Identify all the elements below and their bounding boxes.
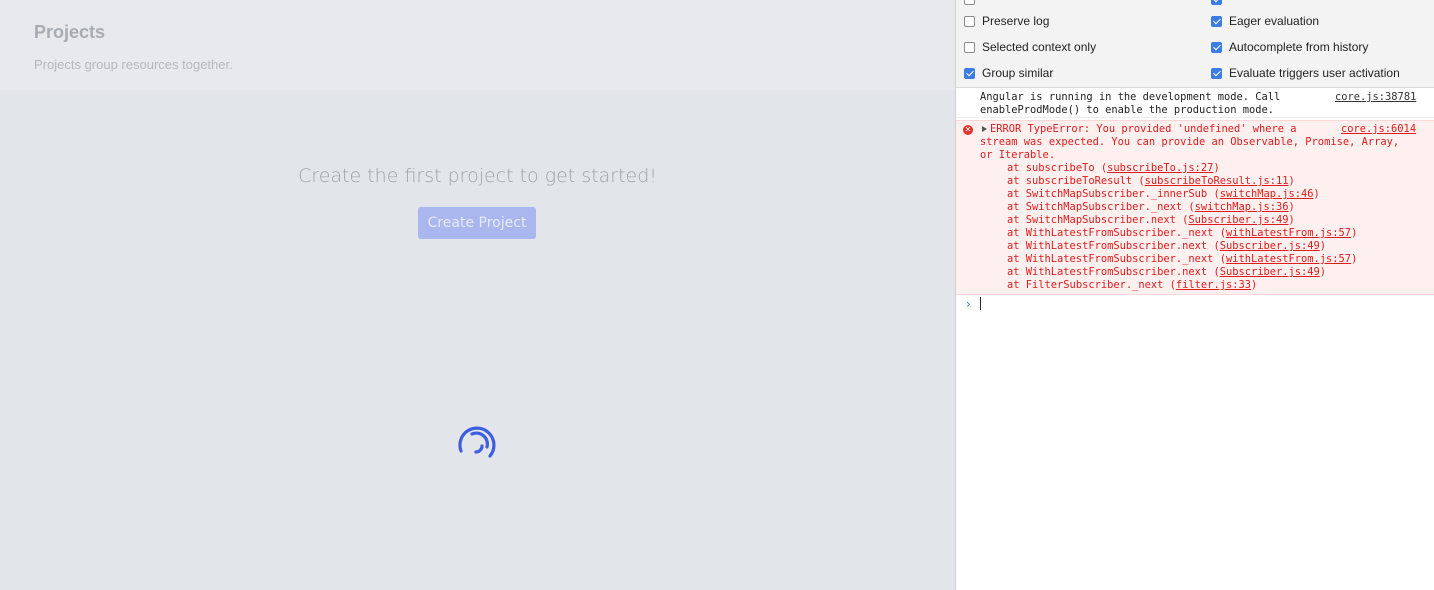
evaluate-triggers-checkbox[interactable]	[1211, 67, 1222, 79]
autocomplete-history-checkbox[interactable]	[1211, 41, 1222, 53]
setting-autocomplete-history[interactable]: Autocomplete from history	[1211, 38, 1368, 56]
error-line-2: stream was expected. You can provide an …	[980, 136, 1400, 148]
stack-frame: at WithLatestFromSubscriber._next (withL…	[1007, 253, 1357, 266]
stack-frame-close: )	[1288, 214, 1295, 226]
stack-frame-source-link[interactable]: withLatestFrom.js:57	[1226, 253, 1351, 265]
stack-frame-function: at SwitchMapSubscriber._innerSub (	[1007, 188, 1220, 200]
settings-checkbox-partial-right[interactable]	[1211, 0, 1222, 5]
stack-frame-function: at WithLatestFromSubscriber.next (	[1007, 266, 1220, 278]
stack-frame-source-link[interactable]: switchMap.js:46	[1220, 188, 1314, 200]
setting-preserve-log[interactable]: Preserve log	[964, 12, 1049, 30]
stack-frame: at WithLatestFromSubscriber.next (Subscr…	[1007, 240, 1326, 253]
stack-frame: at subscribeTo (subscribeTo.js:27)	[1007, 162, 1220, 175]
error-line-3: or Iterable.	[980, 149, 1056, 161]
stack-frame-close: )	[1313, 188, 1320, 200]
settings-checkbox-partial[interactable]	[964, 0, 975, 5]
eager-evaluation-checkbox[interactable]	[1211, 15, 1222, 27]
stack-frame: at SwitchMapSubscriber._next (switchMap.…	[1007, 201, 1295, 214]
app-content: Projects Projects group resources togeth…	[0, 0, 955, 590]
group-similar-checkbox[interactable]	[964, 67, 975, 79]
stack-frame-function: at WithLatestFromSubscriber.next (	[1007, 240, 1220, 252]
stack-frame: at SwitchMapSubscriber.next (Subscriber.…	[1007, 214, 1295, 227]
create-project-button[interactable]: Create Project	[418, 207, 536, 239]
stack-frame-close: )	[1319, 240, 1327, 252]
info-message-text: Angular is running in the development mo…	[980, 91, 1281, 116]
stack-frame-close: )	[1250, 279, 1258, 291]
stack-frame-function: at SwitchMapSubscriber.next (	[1007, 214, 1189, 226]
error-source-link[interactable]: core.js:6014	[1341, 123, 1416, 136]
info-message-source-link[interactable]: core.js:38781	[1335, 91, 1416, 104]
selected-context-label: Selected context only	[982, 40, 1097, 54]
autocomplete-history-label: Autocomplete from history	[1229, 40, 1369, 54]
selected-context-checkbox[interactable]	[964, 41, 975, 53]
page-header: Projects Projects group resources togeth…	[0, 0, 955, 90]
console-input[interactable]	[980, 297, 981, 310]
stack-frame-close: )	[1319, 266, 1327, 278]
stack-frame-function: at subscribeToResult (	[1007, 175, 1145, 187]
preserve-log-label: Preserve log	[982, 14, 1050, 28]
stack-frame-close: )	[1351, 253, 1358, 265]
stack-frame-source-link[interactable]: switchMap.js:36	[1195, 201, 1289, 213]
stack-frame: at WithLatestFromSubscriber._next (withL…	[1007, 227, 1357, 240]
stack-frame-function: at WithLatestFromSubscriber._next (	[1007, 227, 1226, 239]
stack-frame-close: )	[1288, 175, 1295, 187]
stack-frame-source-link[interactable]: Subscriber.js:49	[1220, 266, 1320, 278]
console-message-info: Angular is running in the development mo…	[956, 91, 1434, 118]
page-subtitle: Projects group resources together.	[34, 57, 233, 72]
console-message-error: ✕ ERROR TypeError: You provided 'undefin…	[956, 120, 1434, 295]
stack-frame-function: at SwitchMapSubscriber._next (	[1007, 201, 1195, 213]
loading-spinner-icon	[458, 426, 496, 458]
stack-frame-close: )	[1351, 227, 1358, 239]
stack-frame: at subscribeToResult (subscribeToResult.…	[1007, 175, 1295, 188]
expand-triangle-icon[interactable]	[982, 126, 987, 132]
stack-frame: at FilterSubscriber._next (filter.js:33)	[1007, 279, 1257, 292]
setting-selected-context-only[interactable]: Selected context only	[964, 38, 1096, 56]
stack-frame-source-link[interactable]: Subscriber.js:49	[1220, 240, 1320, 252]
setting-evaluate-triggers[interactable]: Evaluate triggers user activation	[1211, 64, 1400, 82]
console-prompt-icon: ›	[966, 297, 971, 311]
stack-frame-source-link[interactable]: subscribeTo.js:27	[1107, 162, 1213, 174]
console-settings: Preserve log Selected context only Group…	[956, 0, 1434, 88]
eager-evaluation-label: Eager evaluation	[1229, 14, 1320, 28]
stack-frame-source-link[interactable]: Subscriber.js:49	[1188, 214, 1288, 226]
stack-frame: at SwitchMapSubscriber._innerSub (switch…	[1007, 188, 1320, 201]
empty-state-message: Create the first project to get started!	[298, 165, 657, 187]
stack-frame-function: at WithLatestFromSubscriber._next (	[1007, 253, 1226, 265]
stack-frame-source-link[interactable]: filter.js:33	[1176, 279, 1251, 291]
stack-frame-function: at subscribeTo (	[1007, 162, 1108, 174]
page-title: Projects	[34, 22, 106, 42]
stack-frame-close: )	[1213, 162, 1220, 174]
stack-frame-source-link[interactable]: subscribeToResult.js:11	[1145, 175, 1289, 187]
setting-eager-evaluation[interactable]: Eager evaluation	[1211, 12, 1319, 30]
group-similar-label: Group similar	[982, 66, 1054, 80]
stack-frame-source-link[interactable]: withLatestFrom.js:57	[1226, 227, 1351, 239]
error-icon: ✕	[963, 125, 973, 135]
setting-group-similar[interactable]: Group similar	[964, 64, 1053, 82]
devtools-console-panel: Preserve log Selected context only Group…	[955, 0, 1434, 590]
error-line-1: ERROR TypeError: You provided 'undefined…	[990, 123, 1297, 135]
stack-frame-function: at FilterSubscriber._next (	[1007, 279, 1176, 291]
preserve-log-checkbox[interactable]	[964, 15, 975, 27]
stack-frame: at WithLatestFromSubscriber.next (Subscr…	[1007, 266, 1326, 279]
evaluate-triggers-label: Evaluate triggers user activation	[1229, 66, 1400, 80]
stack-frame-close: )	[1288, 201, 1295, 213]
